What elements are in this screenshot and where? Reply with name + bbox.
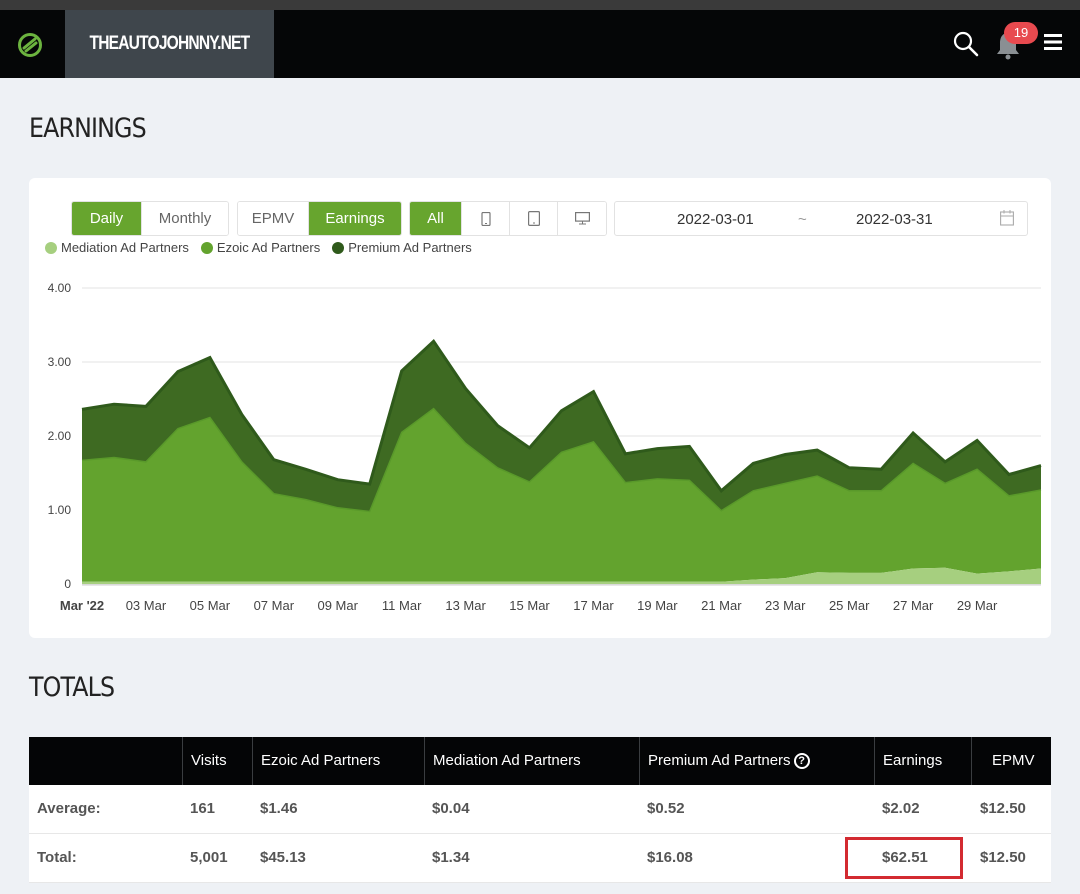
y-tick-label: 0: [64, 577, 71, 591]
column-header-ezoic: Ezoic Ad Partners: [252, 737, 424, 785]
table-row: Total: 5,001 $45.13 $1.34 $16.08 $62.51 …: [29, 834, 1051, 883]
cell-premium: $0.52: [647, 800, 685, 817]
column-header-premium: Premium Ad Partners?: [639, 737, 874, 785]
totals-title: TOTALS: [29, 672, 115, 703]
mobile-icon: [480, 211, 491, 226]
all-devices-button[interactable]: All: [410, 202, 462, 235]
column-header-visits: Visits: [182, 737, 252, 785]
date-end: 2022-03-31: [856, 211, 933, 228]
earnings-chart-card: Daily Monthly EPMV Earnings All 2022-03-…: [29, 178, 1051, 638]
legend-dot: [45, 241, 57, 254]
site-selector-tab[interactable]: THEAUTOJOHNNY.NET: [65, 10, 274, 78]
date-start: 2022-03-01: [677, 211, 754, 228]
x-tick-label: 03 Mar: [126, 598, 167, 613]
cell-mediation: $0.04: [432, 800, 470, 817]
legend-label: Ezoic Ad Partners: [216, 240, 321, 255]
x-tick-label: 13 Mar: [445, 598, 486, 613]
daily-button[interactable]: Daily: [72, 202, 142, 235]
date-separator: ~: [798, 211, 807, 228]
x-tick-label: 09 Mar: [317, 598, 358, 613]
x-tick-label: 11 Mar: [382, 598, 422, 613]
x-tick-label: 19 Mar: [637, 598, 678, 613]
legend-item-ezoic[interactable]: Ezoic Ad Partners: [200, 240, 321, 255]
tablet-button[interactable]: [510, 202, 558, 235]
y-tick-label: 3.00: [48, 355, 72, 369]
desktop-icon: [574, 212, 590, 225]
mobile-button[interactable]: [462, 202, 510, 235]
search-icon[interactable]: [952, 30, 980, 58]
notification-badge[interactable]: 19: [1004, 22, 1038, 44]
site-name: THEAUTOJOHNNY.NET: [89, 33, 251, 54]
column-header-epmv: EPMV: [971, 737, 1051, 785]
legend-item-mediation[interactable]: Mediation Ad Partners: [45, 240, 189, 255]
x-tick-label: Mar '22: [60, 598, 104, 613]
y-tick-label: 2.00: [48, 429, 72, 443]
device-toggle: All: [409, 201, 607, 236]
x-tick-label: 15 Mar: [509, 598, 550, 613]
cell-epmv: $12.50: [980, 849, 1026, 866]
question-circle-icon[interactable]: ?: [793, 753, 810, 770]
totals-table: Visits Ezoic Ad Partners Mediation Ad Pa…: [29, 737, 1051, 883]
table-header: Visits Ezoic Ad Partners Mediation Ad Pa…: [29, 737, 1051, 785]
top-strip: [0, 0, 1080, 10]
cell-epmv: $12.50: [980, 800, 1026, 817]
cell-visits: 161: [190, 800, 216, 817]
cell-mediation: $1.34: [432, 849, 470, 866]
monthly-button[interactable]: Monthly: [142, 202, 228, 235]
legend-dot: [332, 241, 345, 254]
desktop-button[interactable]: [558, 202, 606, 235]
x-tick-label: 29 Mar: [957, 598, 998, 613]
row-label: Average:: [37, 800, 101, 817]
highlight-box: [845, 837, 963, 879]
x-tick-label: 27 Mar: [893, 598, 934, 613]
x-tick-label: 21 Mar: [701, 598, 742, 613]
cell-ezoic: $1.46: [260, 800, 298, 817]
top-navigation-bar: THEAUTOJOHNNY.NET 19: [0, 10, 1080, 78]
cell-earnings: $2.02: [882, 800, 920, 817]
date-range-picker[interactable]: 2022-03-01 ~ 2022-03-31: [614, 201, 1028, 236]
epmv-button[interactable]: EPMV: [238, 202, 309, 235]
tablet-icon: [527, 211, 540, 226]
earnings-area-chart: 4.00 3.00 2.00 1.00 0 Mar '22 03 Mar 05 Mar 07 M…: [48, 281, 1042, 613]
legend-label: Premium Ad Partners: [348, 240, 472, 255]
legend-item-premium[interactable]: Premium Ad Partners: [332, 240, 472, 255]
cell-ezoic: $45.13: [260, 849, 306, 866]
ezoic-logo-icon[interactable]: [16, 31, 44, 59]
earnings-title: EARNINGS: [29, 113, 147, 144]
column-header-earnings: Earnings: [874, 737, 971, 785]
x-tick-label: 17 Mar: [573, 598, 614, 613]
x-tick-label: 05 Mar: [190, 598, 231, 613]
legend-label: Mediation Ad Partners: [61, 240, 189, 255]
calendar-icon: [1000, 210, 1014, 226]
column-header-label: [29, 737, 182, 785]
y-tick-label: 4.00: [48, 281, 72, 295]
y-tick-label: 1.00: [48, 503, 72, 517]
table-row: Average: 161 $1.46 $0.04 $0.52 $2.02 $12…: [29, 785, 1051, 834]
x-tick-label: 07 Mar: [254, 598, 295, 613]
row-label: Total:: [37, 849, 77, 866]
earnings-button[interactable]: Earnings: [309, 202, 401, 235]
period-toggle: Daily Monthly: [71, 201, 229, 236]
x-tick-label: 25 Mar: [829, 598, 870, 613]
column-header-premium-label: Premium Ad Partners: [648, 752, 791, 769]
cell-premium: $16.08: [647, 849, 693, 866]
chart-legend: Mediation Ad Partners Ezoic Ad Partners …: [45, 240, 472, 255]
x-tick-label: 23 Mar: [765, 598, 806, 613]
column-header-mediation: Mediation Ad Partners: [424, 737, 639, 785]
cell-visits: 5,001: [190, 849, 228, 866]
legend-dot: [200, 241, 213, 254]
metric-toggle: EPMV Earnings: [237, 201, 402, 236]
hamburger-menu-icon[interactable]: [1044, 34, 1062, 50]
